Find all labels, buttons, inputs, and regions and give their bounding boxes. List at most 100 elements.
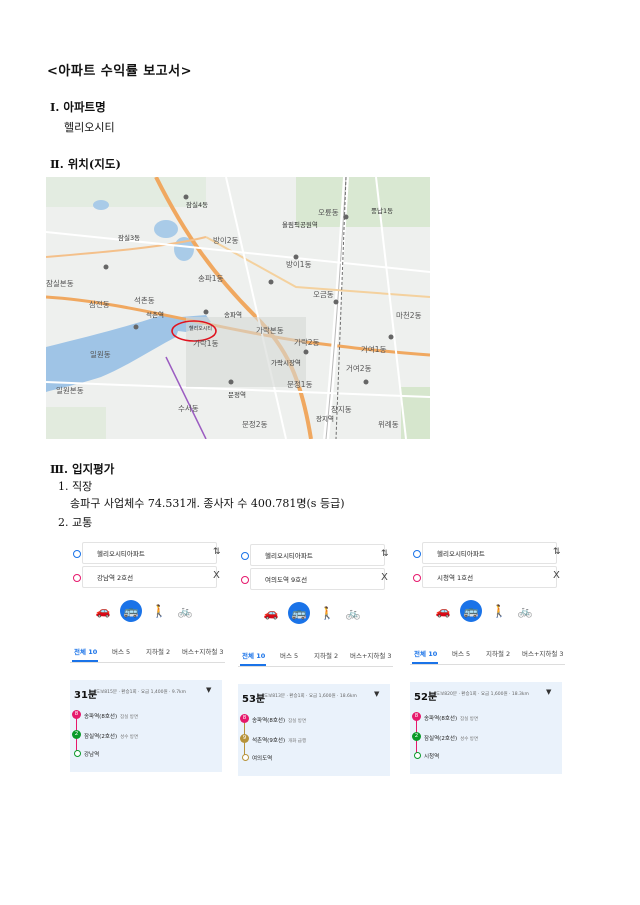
route-stop: 8 송파역(8호선) 잠실 방면: [72, 710, 138, 720]
expand-caret-icon[interactable]: ▼: [374, 690, 379, 698]
transit-card-gangnam: 헬리오시티아파트 강남역 2호선 ⇅ X 🚗 🚌 🚶 🚲 전체 10 버스 5 …: [70, 540, 225, 780]
bus-icon[interactable]: 🚌: [288, 602, 310, 624]
line-badge-icon: 2: [412, 732, 421, 741]
route-time: 53분: [242, 694, 266, 705]
map-label-irwon: 일원동: [90, 350, 111, 359]
map-label-jangji-station: 장지역: [316, 415, 334, 423]
route-meta: 도보813분 · 환승1회 · 요금 1,600원 · 18.6km: [264, 694, 357, 699]
end-dot-icon: [414, 752, 421, 759]
destination-field[interactable]: 여의도역 9호선: [241, 568, 385, 590]
route-result[interactable]: 31분 도보815분 · 환승1회 · 요금 1,400원 · 9.7km ▼ …: [70, 680, 222, 772]
car-icon[interactable]: 🚗: [432, 600, 454, 622]
origin-text: 헬리오시티아파트: [437, 550, 485, 558]
map-label-munjeong2: 문정2동: [242, 420, 268, 429]
map-label-seokchon-station: 석촌역: [146, 311, 164, 319]
line-badge-icon: 9: [240, 734, 249, 743]
destination-text: 여의도역 9호선: [265, 576, 308, 584]
origin-field[interactable]: 헬리오시티아파트: [413, 542, 557, 564]
route-tabs: 전체 10 버스 5 지하철 2 버스+지하철 3: [70, 640, 225, 663]
line-badge-icon: 8: [72, 710, 81, 719]
section1-heading: Ⅰ. 아파트명: [50, 100, 106, 114]
location-map[interactable]: 잠실본동 삼전동 석촌동 송파1동 방이1동 방이2동 오륜동 가락본동 가락1…: [46, 177, 430, 439]
map-label-munjeong1: 문정1동: [287, 380, 313, 389]
destination-field[interactable]: 시청역 1호선: [413, 566, 557, 588]
end-dot-icon: [74, 750, 81, 757]
route-stop: 9 석촌역(9호선) 개화 급행: [240, 734, 306, 744]
destination-field[interactable]: 강남역 2호선: [73, 566, 217, 588]
map-label-geoyeo2: 거여2동: [346, 364, 372, 373]
route-meta: 도보815분 · 환승1회 · 요금 1,400원 · 9.7km: [96, 690, 187, 695]
section3-heading: Ⅲ. 입지평가: [50, 462, 115, 476]
bike-icon[interactable]: 🚲: [342, 602, 364, 624]
line-badge-icon: 2: [72, 730, 81, 739]
mode-selector: 🚗 🚌 🚶 🚲: [432, 600, 542, 626]
map-label-garak2: 가락2동: [294, 338, 320, 347]
destination-dot-icon: [241, 576, 249, 584]
close-icon[interactable]: X: [553, 570, 560, 581]
origin-dot-icon: [413, 550, 421, 558]
route-stop: 여의도역: [242, 754, 272, 762]
close-icon[interactable]: X: [381, 572, 388, 583]
bike-icon[interactable]: 🚲: [174, 600, 196, 622]
map-label-jamsilbon: 잠실본동: [46, 279, 74, 288]
tab-bus[interactable]: 버스 5: [452, 648, 470, 658]
origin-field[interactable]: 헬리오시티아파트: [241, 544, 385, 566]
item1-text: 송파구 사업체수 74.531개. 종사자 수 400.781명(s 등급): [70, 497, 345, 510]
swap-icon[interactable]: ⇅: [553, 547, 561, 557]
map-label-jamsil4: 잠실4동: [186, 201, 209, 209]
bus-icon[interactable]: 🚌: [460, 600, 482, 622]
tab-bus-subway[interactable]: 버스+지하철 3: [350, 650, 392, 660]
mode-selector: 🚗 🚌 🚶 🚲: [92, 600, 202, 626]
walk-icon[interactable]: 🚶: [316, 602, 338, 624]
map-label-bangi2: 방이2동: [213, 236, 239, 245]
swap-icon[interactable]: ⇅: [381, 549, 389, 559]
map-label-garak1: 가락1동: [193, 339, 219, 348]
route-time: 52분: [414, 692, 438, 703]
map-label-songpa1: 송파1동: [198, 274, 224, 283]
line-badge-icon: 8: [240, 714, 249, 723]
origin-field[interactable]: 헬리오시티아파트: [73, 542, 217, 564]
expand-caret-icon[interactable]: ▼: [206, 686, 211, 694]
map-label-wirye: 위례동: [378, 420, 399, 429]
route-stop: 2 잠실역(2호선) 성수 방면: [412, 732, 478, 742]
expand-caret-icon[interactable]: ▼: [546, 688, 551, 696]
tab-all[interactable]: 전체 10: [242, 650, 265, 660]
route-result[interactable]: 53분 도보813분 · 환승1회 · 요금 1,600원 · 18.6km ▼…: [238, 684, 390, 776]
tab-bus-subway[interactable]: 버스+지하철 3: [182, 646, 224, 656]
swap-icon[interactable]: ⇅: [213, 547, 221, 557]
walk-icon[interactable]: 🚶: [488, 600, 510, 622]
close-icon[interactable]: X: [213, 570, 220, 581]
route-stop: 2 잠실역(2호선) 성수 방면: [72, 730, 138, 740]
route-stop: 강남역: [74, 750, 99, 758]
map-label-irwonbon: 일원본동: [56, 386, 84, 395]
car-icon[interactable]: 🚗: [260, 602, 282, 624]
tab-subway[interactable]: 지하철 2: [314, 650, 338, 660]
tab-all[interactable]: 전체 10: [74, 646, 97, 656]
route-stop: 8 송파역(8호선) 잠실 방면: [240, 714, 306, 724]
map-label-seokchon: 석촌동: [134, 296, 155, 305]
bus-icon[interactable]: 🚌: [120, 600, 142, 622]
map-label-garak-market: 가락시장역: [271, 359, 301, 367]
tab-subway[interactable]: 지하철 2: [486, 648, 510, 658]
bike-icon[interactable]: 🚲: [514, 600, 536, 622]
map-label-munjeong-station: 문정역: [228, 391, 246, 399]
tab-all[interactable]: 전체 10: [414, 648, 437, 658]
origin-text: 헬리오시티아파트: [265, 552, 313, 560]
tab-bus-subway[interactable]: 버스+지하철 3: [522, 648, 564, 658]
tab-bus[interactable]: 버스 5: [112, 646, 130, 656]
map-label-songpa-station: 송파역: [224, 311, 242, 319]
transit-card-cityhall: 헬리오시티아파트 시청역 1호선 ⇅ X 🚗 🚌 🚶 🚲 전체 10 버스 5 …: [410, 540, 565, 780]
walk-icon[interactable]: 🚶: [148, 600, 170, 622]
map-label-suseo: 수서동: [178, 404, 199, 413]
car-icon[interactable]: 🚗: [92, 600, 114, 622]
destination-text: 시청역 1호선: [437, 574, 474, 582]
line-badge-icon: 8: [412, 712, 421, 721]
route-result[interactable]: 52분 도보820분 · 환승1회 · 요금 1,600원 · 18.3km ▼…: [410, 682, 562, 774]
map-label-olympic-park: 올림픽공원역: [282, 221, 318, 229]
route-meta: 도보820분 · 환승1회 · 요금 1,600원 · 18.3km: [436, 692, 529, 697]
item2-heading: 2. 교통: [58, 516, 93, 529]
tab-subway[interactable]: 지하철 2: [146, 646, 170, 656]
tab-bus[interactable]: 버스 5: [280, 650, 298, 660]
map-label-jamsil3: 잠실3동: [118, 234, 141, 242]
mode-selector: 🚗 🚌 🚶 🚲: [260, 602, 370, 628]
